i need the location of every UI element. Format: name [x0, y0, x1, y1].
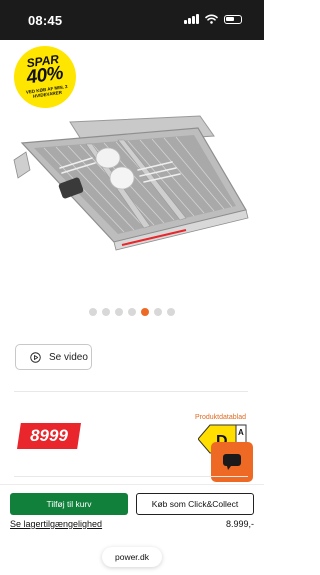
price-value: 8999 [30, 426, 68, 445]
divider [14, 391, 248, 392]
price-tag: 8999 [17, 423, 81, 449]
carousel-dot[interactable] [89, 308, 97, 316]
wifi-icon [205, 14, 218, 24]
divider [14, 476, 248, 477]
status-time: 08:45 [28, 13, 63, 28]
play-icon [30, 351, 41, 363]
status-icons [184, 14, 242, 24]
carousel-dot[interactable] [115, 308, 123, 316]
see-video-button[interactable]: Se video [15, 344, 92, 370]
battery-icon [224, 14, 242, 24]
browser-url-pill[interactable]: power.dk [102, 547, 162, 567]
click-collect-button[interactable]: Køb som Click&Collect [136, 493, 254, 515]
carousel-dot[interactable] [167, 308, 175, 316]
carousel-dots [0, 308, 264, 316]
stock-availability-link[interactable]: Se lagertilgængelighed [10, 519, 102, 529]
carousel-dot[interactable] [154, 308, 162, 316]
carousel-dot[interactable] [128, 308, 136, 316]
chat-bubble-icon [223, 454, 241, 470]
product-datasheet-link[interactable]: Produktdatablad [195, 414, 246, 421]
carousel-dot[interactable] [141, 308, 149, 316]
status-bar: 08:45 [0, 0, 264, 40]
energy-scale-top: A [238, 428, 244, 437]
bottom-action-bar: Tilføj til kurv Køb som Click&Collect Se… [0, 484, 264, 575]
add-to-cart-button[interactable]: Tilføj til kurv [10, 493, 128, 515]
price-summary: 8.999,- [225, 519, 254, 529]
cellular-signal-icon [184, 14, 199, 24]
carousel-dot[interactable] [102, 308, 110, 316]
see-video-label: Se video [49, 351, 88, 363]
